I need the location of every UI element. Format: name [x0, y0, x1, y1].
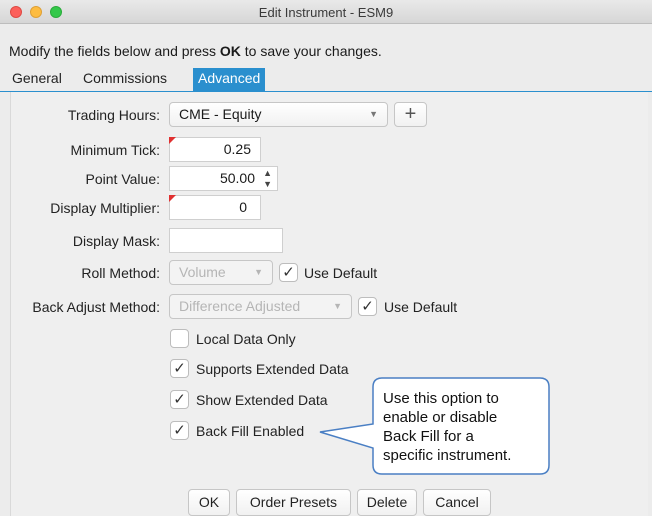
callout-line: enable or disable: [383, 409, 498, 426]
delete-button[interactable]: Delete: [357, 489, 417, 516]
cancel-button[interactable]: Cancel: [423, 489, 491, 516]
order-presets-button[interactable]: Order Presets: [236, 489, 351, 516]
callout-line: Use this option to: [383, 390, 499, 407]
callout-text: Use this option to enable or disable Bac…: [383, 389, 543, 465]
callout-line: Back Fill for a: [383, 428, 474, 445]
callout-bubble: [319, 377, 550, 475]
callout-line: specific instrument.: [383, 447, 512, 464]
ok-button[interactable]: OK: [188, 489, 230, 516]
